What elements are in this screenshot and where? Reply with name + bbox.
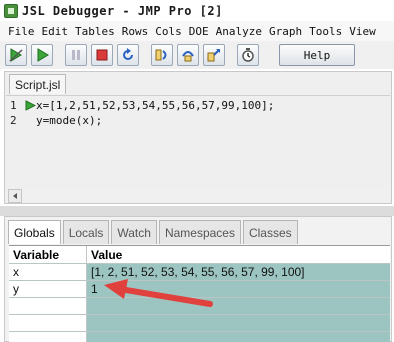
code-editor[interactable]: 1 x=[1,2,51,52,53,54,55,56,57,99,100]; 2… bbox=[6, 95, 390, 191]
code-line[interactable]: 2 y=mode(x); bbox=[10, 113, 102, 128]
variable-value-cell: 1 bbox=[87, 281, 390, 297]
timer-button[interactable] bbox=[237, 44, 259, 66]
column-header-variable[interactable]: Variable bbox=[9, 246, 87, 263]
variables-tabs: Globals Locals Watch Namespaces Classes bbox=[8, 220, 300, 244]
variable-value-cell bbox=[87, 315, 390, 331]
restart-button[interactable] bbox=[117, 44, 139, 66]
step-into-icon bbox=[155, 49, 167, 61]
pause-button[interactable] bbox=[65, 44, 87, 66]
table-row[interactable]: y 1 bbox=[9, 280, 390, 297]
restart-icon bbox=[123, 48, 133, 60]
step-over-button[interactable] bbox=[177, 44, 199, 66]
run-button[interactable] bbox=[31, 44, 53, 66]
variable-value-cell bbox=[87, 298, 390, 314]
menu-view[interactable]: View bbox=[349, 25, 376, 38]
variable-name-cell bbox=[9, 315, 87, 331]
tab-globals[interactable]: Globals bbox=[8, 220, 61, 244]
chevron-left-icon bbox=[13, 193, 17, 199]
window-title: JSL Debugger - JMP Pro [2] bbox=[22, 3, 223, 18]
run-without-breakpoints-icon bbox=[9, 48, 23, 62]
variable-name-cell: y bbox=[9, 281, 87, 297]
menu-bar: File Edit Tables Rows Cols DOE Analyze G… bbox=[0, 21, 394, 41]
column-header-value[interactable]: Value bbox=[87, 246, 390, 263]
globals-table: Variable Value x [1, 2, 51, 52, 53, 54, … bbox=[9, 245, 390, 342]
code-text: y=mode(x); bbox=[36, 114, 103, 127]
variable-value-cell bbox=[87, 332, 390, 342]
step-out-button[interactable] bbox=[203, 44, 225, 66]
script-editor-pane: Script.jsl 1 x=[1,2,51,52,53,54,55,56,57… bbox=[4, 71, 392, 204]
menu-tables[interactable]: Tables bbox=[75, 25, 115, 38]
menu-analyze[interactable]: Analyze bbox=[216, 25, 262, 38]
menu-graph[interactable]: Graph bbox=[269, 25, 302, 38]
menu-edit[interactable]: Edit bbox=[42, 25, 69, 38]
title-bar: JSL Debugger - JMP Pro [2] bbox=[0, 0, 394, 21]
tab-classes[interactable]: Classes bbox=[242, 220, 298, 244]
tab-locals[interactable]: Locals bbox=[62, 220, 110, 244]
code-text: x=[1,2,51,52,53,54,55,56,57,99,100]; bbox=[36, 99, 275, 112]
menu-file[interactable]: File bbox=[8, 25, 35, 38]
scroll-left-button[interactable] bbox=[8, 189, 22, 203]
timer-icon bbox=[242, 48, 254, 62]
variable-name-cell: x bbox=[9, 264, 87, 280]
step-into-button[interactable] bbox=[151, 44, 173, 66]
stop-button[interactable] bbox=[91, 44, 113, 66]
horizontal-scrollbar[interactable] bbox=[6, 189, 390, 203]
menu-rows[interactable]: Rows bbox=[122, 25, 149, 38]
help-button[interactable]: Help bbox=[279, 44, 355, 66]
table-row[interactable] bbox=[9, 331, 390, 342]
menu-tools[interactable]: Tools bbox=[309, 25, 342, 38]
step-out-icon bbox=[207, 49, 220, 62]
line-number: 2 bbox=[10, 114, 17, 127]
code-line[interactable]: 1 x=[1,2,51,52,53,54,55,56,57,99,100]; bbox=[10, 98, 274, 113]
tab-watch[interactable]: Watch bbox=[111, 220, 157, 244]
step-over-icon bbox=[182, 51, 194, 62]
run-without-breakpoints-button[interactable] bbox=[5, 44, 27, 66]
tab-script-jsl[interactable]: Script.jsl bbox=[9, 74, 67, 94]
menu-cols[interactable]: Cols bbox=[155, 25, 182, 38]
run-icon bbox=[37, 48, 49, 62]
table-row[interactable] bbox=[9, 297, 390, 314]
menu-doe[interactable]: DOE bbox=[189, 25, 209, 38]
table-row[interactable] bbox=[9, 314, 390, 331]
variables-pane: Globals Locals Watch Namespaces Classes … bbox=[4, 216, 392, 342]
line-number: 1 bbox=[10, 99, 17, 112]
jmp-app-icon bbox=[4, 3, 18, 18]
variable-value-cell: [1, 2, 51, 52, 53, 54, 55, 56, 57, 99, 1… bbox=[87, 264, 390, 280]
variable-name-cell bbox=[9, 298, 87, 314]
pane-splitter[interactable] bbox=[0, 206, 394, 216]
table-header: Variable Value bbox=[9, 246, 390, 263]
pause-icon bbox=[72, 50, 80, 60]
current-line-marker-icon bbox=[24, 100, 36, 112]
variable-name-cell bbox=[9, 332, 87, 342]
debugger-toolbar: Help bbox=[0, 41, 394, 69]
table-row[interactable]: x [1, 2, 51, 52, 53, 54, 55, 56, 57, 99,… bbox=[9, 263, 390, 280]
stop-icon bbox=[96, 49, 108, 61]
tab-namespaces[interactable]: Namespaces bbox=[158, 220, 241, 244]
